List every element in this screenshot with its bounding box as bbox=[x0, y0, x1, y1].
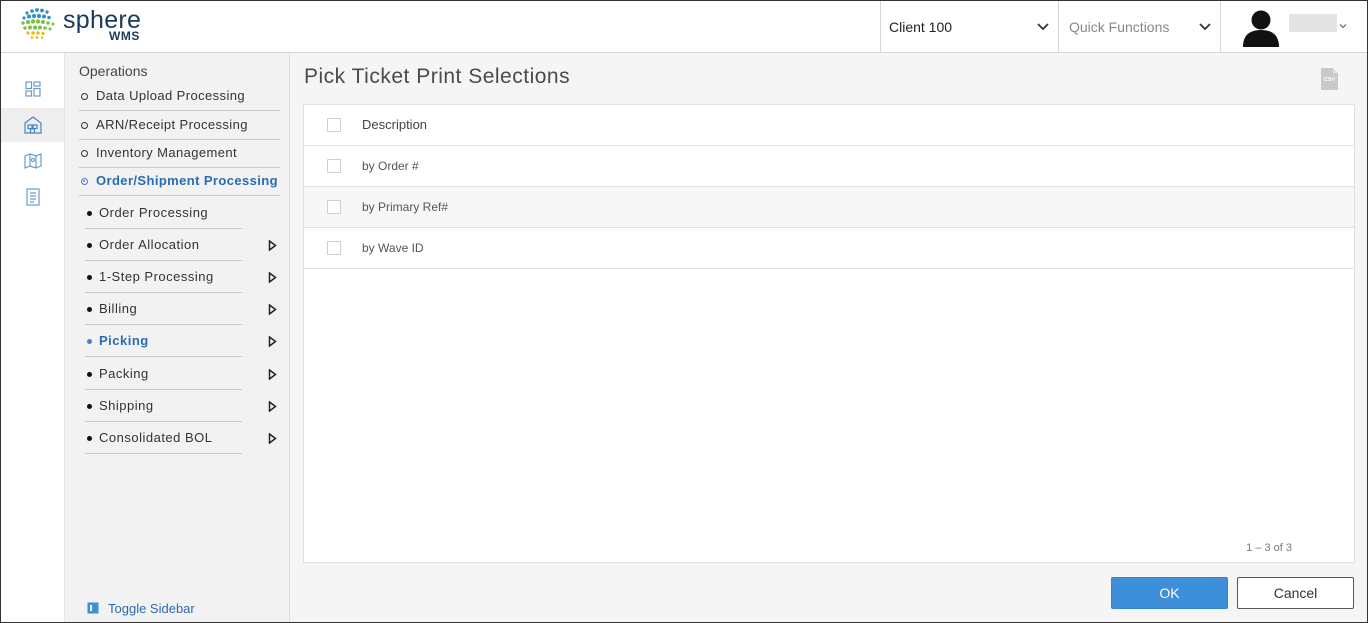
user-menu[interactable] bbox=[1220, 1, 1367, 52]
client-select[interactable]: Client 100 bbox=[880, 1, 1058, 52]
subnav-order-allocation[interactable]: Order Allocation bbox=[65, 229, 280, 261]
sphere-wms-logo[interactable]: sphere WMS bbox=[19, 5, 149, 49]
row-description: by Order # bbox=[362, 159, 419, 173]
sidebar: Operations Data Upload Processing ARN/Re… bbox=[65, 53, 290, 622]
selections-grid: Description by Order # by Primary Ref# b… bbox=[303, 104, 1355, 563]
svg-text:CSV: CSV bbox=[1324, 77, 1336, 83]
bullet-icon bbox=[87, 372, 92, 377]
expand-arrow-icon[interactable] bbox=[268, 272, 277, 283]
subnav-billing[interactable]: Billing bbox=[65, 293, 280, 325]
report-list-icon bbox=[25, 188, 40, 206]
sidebar-item-label: Inventory Management bbox=[96, 145, 237, 160]
subnav-label: Billing bbox=[99, 301, 138, 316]
toggle-sidebar-label: Toggle Sidebar bbox=[108, 600, 195, 616]
chevron-down-icon bbox=[1199, 23, 1211, 31]
sidebar-toggle-icon bbox=[87, 602, 99, 614]
subnav-consolidated-bol[interactable]: Consolidated BOL bbox=[65, 422, 280, 454]
subnav-label: Consolidated BOL bbox=[99, 430, 213, 445]
expand-arrow-icon[interactable] bbox=[268, 401, 277, 412]
divider bbox=[85, 453, 242, 454]
subnav-packing[interactable]: Packing bbox=[65, 358, 280, 390]
divider bbox=[79, 110, 280, 111]
subnav-label: Shipping bbox=[99, 398, 154, 413]
bullet-icon bbox=[87, 339, 92, 344]
row-description: by Wave ID bbox=[362, 241, 424, 255]
row-checkbox[interactable] bbox=[327, 200, 341, 214]
quick-functions-placeholder: Quick Functions bbox=[1069, 18, 1170, 35]
subnav-picking[interactable]: Picking bbox=[65, 325, 280, 357]
dashboard-icon bbox=[24, 81, 41, 97]
subnav-1-step-processing[interactable]: 1-Step Processing bbox=[65, 261, 280, 293]
sidebar-item-arn-receipt[interactable]: ARN/Receipt Processing bbox=[65, 112, 280, 140]
bullet-icon bbox=[81, 122, 88, 129]
page-title: Pick Ticket Print Selections bbox=[304, 65, 571, 88]
bullet-icon bbox=[87, 211, 92, 216]
client-select-value: Client 100 bbox=[889, 18, 953, 35]
select-all-checkbox[interactable] bbox=[327, 118, 341, 132]
bullet-icon bbox=[87, 404, 92, 409]
expand-arrow-icon[interactable] bbox=[268, 336, 277, 347]
table-row[interactable]: by Order # bbox=[304, 146, 1354, 187]
bullet-icon bbox=[81, 93, 88, 100]
column-header-description[interactable]: Description bbox=[362, 117, 427, 132]
bullet-icon bbox=[81, 150, 88, 157]
avatar-icon bbox=[1243, 10, 1279, 47]
app-window: sphere WMS Client 100 Quick Functions Op… bbox=[0, 0, 1368, 623]
user-name-redacted bbox=[1289, 14, 1337, 32]
rail-dashboard[interactable] bbox=[1, 72, 64, 106]
main-content: Pick Ticket Print Selections CSV Descrip… bbox=[290, 53, 1367, 622]
table-row[interactable]: by Wave ID bbox=[304, 228, 1354, 269]
icon-rail bbox=[1, 53, 65, 622]
divider bbox=[79, 195, 280, 196]
bullet-icon bbox=[87, 307, 92, 312]
pager-info: 1 – 3 of 3 bbox=[1246, 542, 1292, 554]
sidebar-item-label: Order/Shipment Processing bbox=[96, 173, 278, 188]
chevron-down-icon bbox=[1339, 24, 1347, 29]
subnav-label: Packing bbox=[99, 366, 149, 381]
grid-header-row: Description bbox=[304, 105, 1354, 146]
cancel-button[interactable]: Cancel bbox=[1237, 577, 1354, 609]
row-description: by Primary Ref# bbox=[362, 200, 449, 214]
map-icon bbox=[23, 153, 42, 169]
rail-map[interactable] bbox=[1, 144, 64, 178]
top-header: sphere WMS Client 100 Quick Functions bbox=[1, 1, 1367, 53]
bullet-icon bbox=[81, 178, 88, 185]
subnav-label: Order Processing bbox=[99, 205, 209, 220]
subnav-order-processing[interactable]: Order Processing bbox=[65, 197, 280, 229]
globe-logo-icon bbox=[21, 8, 55, 39]
subnav-label: 1-Step Processing bbox=[99, 269, 214, 284]
subnav-shipping[interactable]: Shipping bbox=[65, 390, 280, 422]
logo-subtitle: WMS bbox=[109, 29, 140, 43]
quick-functions-select[interactable]: Quick Functions bbox=[1058, 1, 1220, 52]
divider bbox=[85, 356, 242, 357]
sidebar-item-label: ARN/Receipt Processing bbox=[96, 117, 248, 132]
expand-arrow-icon[interactable] bbox=[268, 433, 277, 444]
toggle-sidebar-button[interactable]: Toggle Sidebar bbox=[87, 599, 195, 617]
expand-arrow-icon[interactable] bbox=[268, 369, 277, 380]
sidebar-item-order-shipment[interactable]: Order/Shipment Processing bbox=[65, 168, 280, 196]
expand-arrow-icon[interactable] bbox=[268, 240, 277, 251]
sidebar-title: Operations bbox=[79, 63, 148, 79]
warehouse-icon bbox=[23, 116, 42, 134]
subnav-label: Picking bbox=[99, 333, 149, 348]
table-row[interactable]: by Primary Ref# bbox=[304, 187, 1354, 228]
rail-operations[interactable] bbox=[1, 108, 64, 142]
chevron-down-icon bbox=[1037, 23, 1049, 31]
row-checkbox[interactable] bbox=[327, 159, 341, 173]
row-checkbox[interactable] bbox=[327, 241, 341, 255]
subnav-label: Order Allocation bbox=[99, 237, 200, 252]
expand-arrow-icon[interactable] bbox=[268, 304, 277, 315]
sidebar-item-inventory[interactable]: Inventory Management bbox=[65, 140, 280, 168]
rail-reports[interactable] bbox=[1, 180, 64, 214]
ok-button[interactable]: OK bbox=[1111, 577, 1228, 609]
sidebar-item-label: Data Upload Processing bbox=[96, 88, 245, 103]
bullet-icon bbox=[87, 243, 92, 248]
sidebar-item-data-upload[interactable]: Data Upload Processing bbox=[65, 83, 280, 111]
bullet-icon bbox=[87, 275, 92, 280]
bullet-icon bbox=[87, 436, 92, 441]
csv-icon[interactable]: CSV bbox=[1321, 68, 1338, 90]
